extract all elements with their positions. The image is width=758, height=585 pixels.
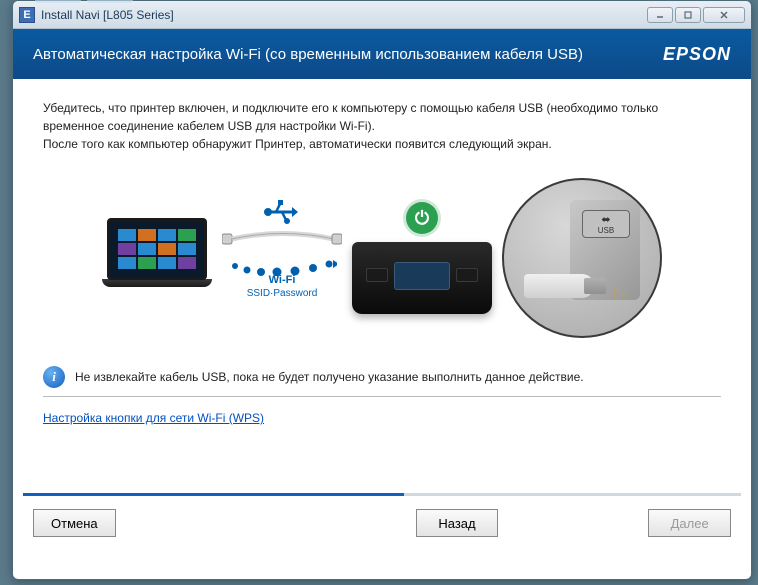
maximize-button[interactable] <box>675 7 701 23</box>
usb-icon <box>262 198 298 233</box>
connection-illustration: Wi-Fi SSID·Password ⏻ ⬌ USB <box>43 173 721 343</box>
installer-window: E Install Navi [L805 Series] Автоматичес… <box>12 0 752 580</box>
usb-trident-icon: ⬌ <box>601 213 610 226</box>
app-icon-letter: E <box>23 9 30 21</box>
footer-buttons: Отмена Назад Далее <box>13 499 751 547</box>
cancel-button[interactable]: Отмена <box>33 509 116 537</box>
info-icon: i <box>43 366 65 388</box>
wifi-label: Wi-Fi <box>222 274 342 286</box>
brand-logo: EPSON <box>663 44 731 65</box>
usb-port-label: ⬌ USB <box>582 210 630 238</box>
instruction-line-2: После того как компьютер обнаружит Принт… <box>43 135 721 153</box>
progress-fill <box>23 493 404 496</box>
minimize-button[interactable] <box>647 7 673 23</box>
titlebar: E Install Navi [L805 Series] <box>13 1 751 29</box>
wifi-sublabel: SSID·Password <box>222 288 342 299</box>
power-icon: ⏻ <box>406 202 438 234</box>
instruction-line-1: Убедитесь, что принтер включен, и подклю… <box>43 99 721 135</box>
usb-plug-graphic <box>524 266 594 306</box>
printer-graphic: ⏻ <box>352 202 492 314</box>
close-button[interactable] <box>703 7 745 23</box>
instruction-text: Убедитесь, что принтер включен, и подклю… <box>43 99 721 153</box>
app-icon: E <box>19 7 35 23</box>
laptop-graphic <box>102 218 212 298</box>
info-banner: i Не извлекайте кабель USB, пока не буде… <box>43 358 721 397</box>
window-title: Install Navi [L805 Series] <box>41 8 647 22</box>
background-taskbar-hint <box>35 0 133 3</box>
cable-graphic: Wi-Fi SSID·Password <box>222 198 342 318</box>
content-area: Убедитесь, что принтер включен, и подклю… <box>13 79 751 487</box>
usb-port-detail: ⬌ USB ☞ <box>502 178 662 338</box>
page-title: Автоматическая настройка Wi-Fi (со време… <box>33 46 663 63</box>
wps-setup-link[interactable]: Настройка кнопки для сети Wi-Fi (WPS) <box>43 411 264 425</box>
back-button[interactable]: Назад <box>416 509 499 537</box>
hand-pointer-icon: ☞ <box>612 283 630 308</box>
next-button[interactable]: Далее <box>648 509 731 537</box>
window-controls <box>647 7 745 23</box>
info-text: Не извлекайте кабель USB, пока не будет … <box>75 370 584 384</box>
progress-bar <box>23 493 741 499</box>
header-band: Автоматическая настройка Wi-Fi (со време… <box>13 29 751 79</box>
